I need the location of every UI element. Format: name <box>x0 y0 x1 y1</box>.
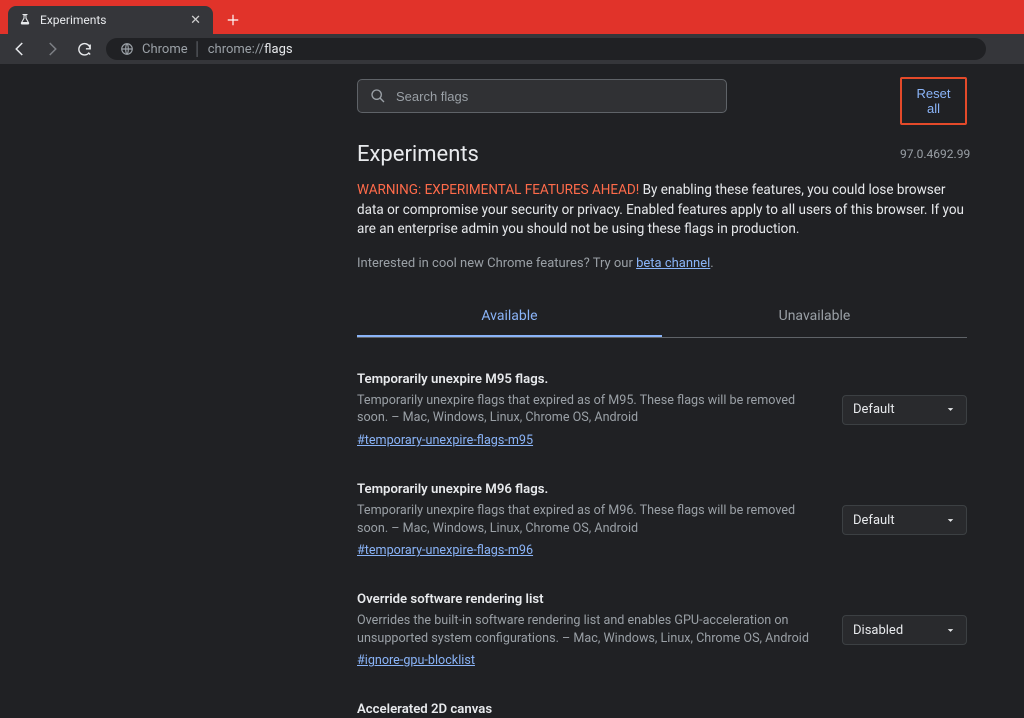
flag-title: Temporarily unexpire M96 flags. <box>357 482 824 497</box>
flag-row: Accelerated 2D canvas Enables the use of… <box>357 702 967 718</box>
version-label: 97.0.4692.99 <box>900 147 970 161</box>
flag-select-value: Default <box>853 513 895 528</box>
flag-desc: Overrides the built-in software renderin… <box>357 612 824 647</box>
reload-icon[interactable] <box>74 39 94 59</box>
flag-select-value: Default <box>853 402 895 417</box>
chevron-down-icon <box>945 404 956 415</box>
flag-desc: Temporarily unexpire flags that expired … <box>357 502 824 537</box>
flag-anchor-link[interactable]: #temporary-unexpire-flags-m95 <box>357 433 533 448</box>
flag-row: Temporarily unexpire M95 flags. Temporar… <box>357 372 967 448</box>
address-bar[interactable]: Chrome │ chrome://flags <box>106 38 986 60</box>
warning-lead: WARNING: EXPERIMENTAL FEATURES AHEAD! <box>357 182 639 198</box>
search-flags-box[interactable] <box>357 79 727 113</box>
addr-host: chrome:// <box>208 42 264 57</box>
flask-icon <box>18 13 32 27</box>
beta-channel-link[interactable]: beta channel <box>636 256 710 271</box>
chevron-down-icon <box>945 515 956 526</box>
addr-path: flags <box>264 42 292 57</box>
forward-icon[interactable] <box>42 39 62 59</box>
tab-unavailable[interactable]: Unavailable <box>662 297 967 337</box>
flag-title: Override software rendering list <box>357 592 824 607</box>
flag-title: Accelerated 2D canvas <box>357 702 824 717</box>
new-tab-button[interactable] <box>219 6 247 34</box>
reset-all-button[interactable]: Reset all <box>900 77 967 125</box>
tab-available[interactable]: Available <box>357 297 662 337</box>
flag-row: Temporarily unexpire M96 flags. Temporar… <box>357 482 967 558</box>
flag-select-value: Disabled <box>853 623 903 638</box>
page-title: Experiments <box>357 142 967 167</box>
search-flags-input[interactable] <box>396 89 714 104</box>
warning-text: WARNING: EXPERIMENTAL FEATURES AHEAD! By… <box>357 181 967 240</box>
tab-title: Experiments <box>40 13 188 27</box>
flag-select[interactable]: Default <box>842 505 967 535</box>
chevron-down-icon <box>945 625 956 636</box>
site-info-icon[interactable] <box>120 42 134 56</box>
browser-tab[interactable]: Experiments ✕ <box>8 6 213 34</box>
search-icon <box>370 88 386 104</box>
beta-interest-line: Interested in cool new Chrome features? … <box>357 256 967 271</box>
flag-title: Temporarily unexpire M95 flags. <box>357 372 824 387</box>
flag-select[interactable]: Disabled <box>842 615 967 645</box>
flag-anchor-link[interactable]: #ignore-gpu-blocklist <box>357 653 475 668</box>
flag-desc: Temporarily unexpire flags that expired … <box>357 392 824 427</box>
flag-row: Override software rendering list Overrid… <box>357 592 967 668</box>
back-icon[interactable] <box>10 39 30 59</box>
flag-anchor-link[interactable]: #temporary-unexpire-flags-m96 <box>357 543 533 558</box>
addr-scheme: Chrome <box>142 42 188 57</box>
flag-select[interactable]: Default <box>842 395 967 425</box>
close-icon[interactable]: ✕ <box>188 13 203 28</box>
